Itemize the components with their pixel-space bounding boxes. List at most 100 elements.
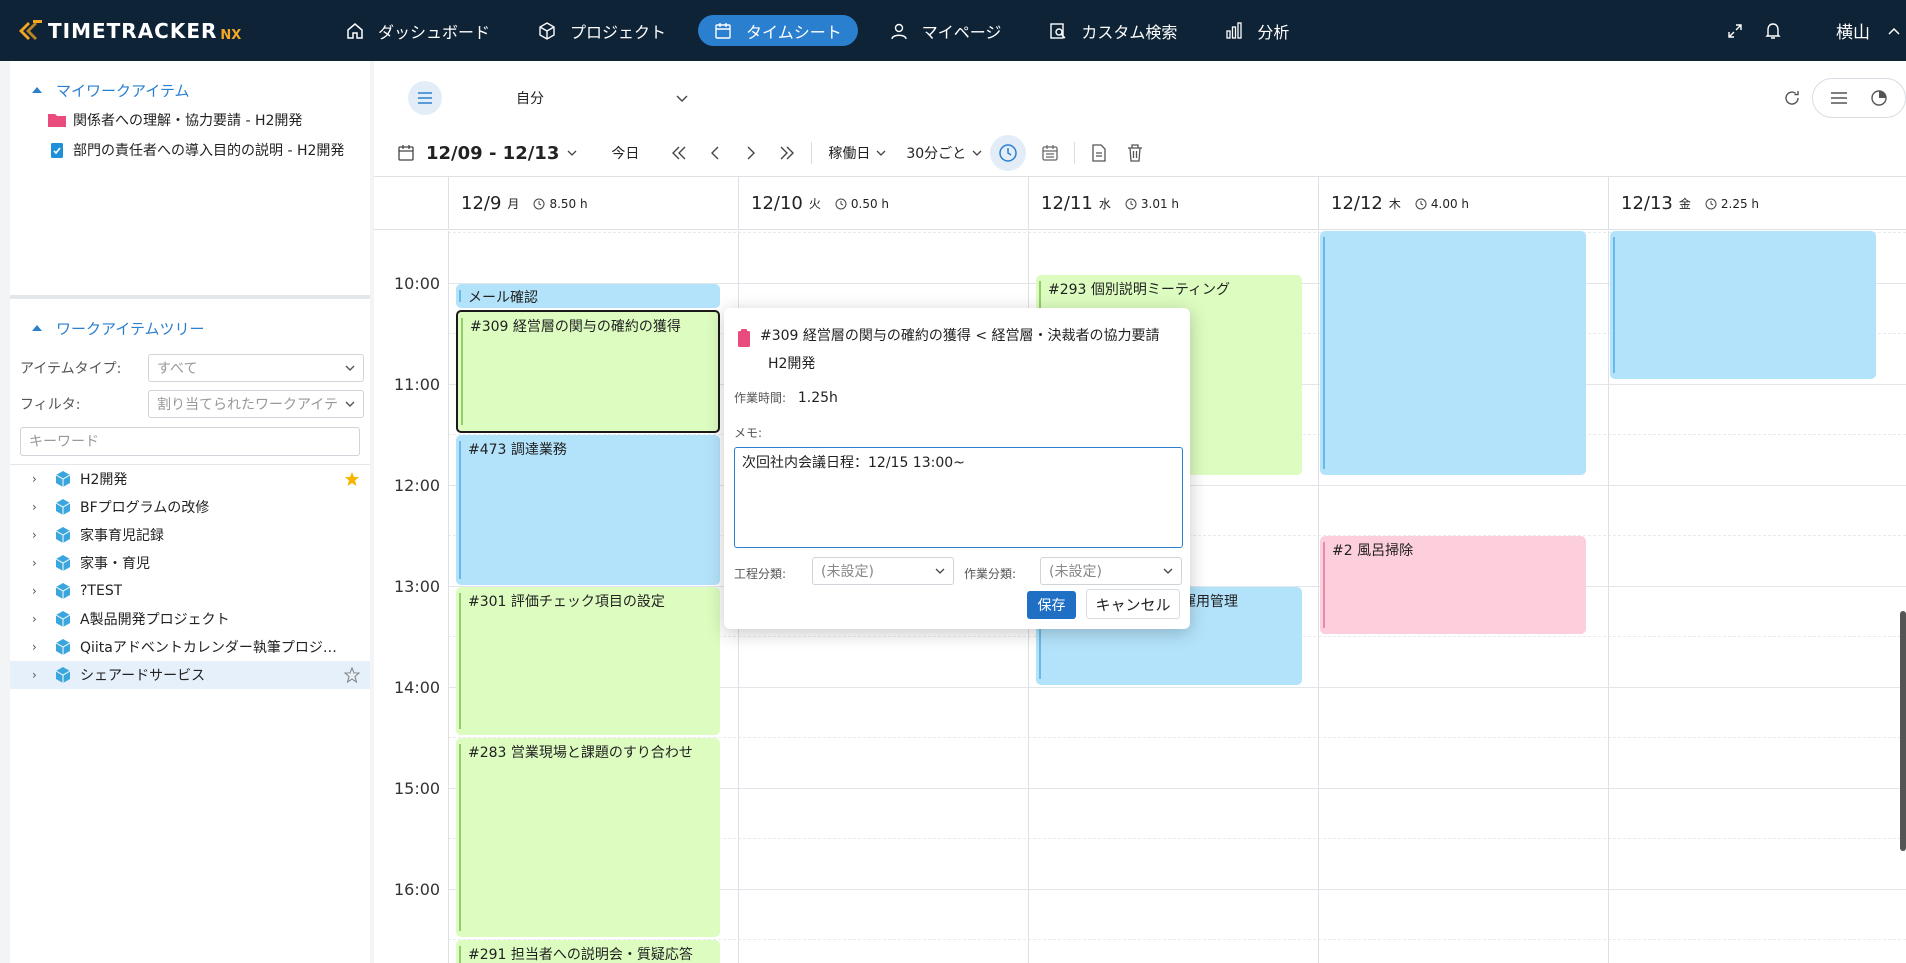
chevron-right-icon[interactable]: › bbox=[32, 640, 48, 654]
calendar-icon bbox=[398, 145, 414, 161]
chevron-up-icon[interactable] bbox=[1882, 0, 1906, 61]
calendar-view-icon[interactable] bbox=[1032, 135, 1068, 171]
nav-timesheet[interactable]: タイムシート bbox=[698, 15, 858, 46]
filter-value: 割り当てられたワークアイテム bbox=[157, 397, 337, 413]
my-work-header[interactable]: マイワークアイテム bbox=[10, 75, 370, 105]
grid-column-line bbox=[1608, 231, 1609, 963]
hamburger-menu-icon[interactable] bbox=[408, 81, 442, 115]
scrollbar[interactable] bbox=[1900, 611, 1906, 851]
cancel-button[interactable]: キャンセル bbox=[1086, 589, 1180, 619]
tree-item[interactable]: › H2開発 bbox=[10, 465, 370, 493]
app-logo[interactable]: TIMETRACKER NX bbox=[16, 16, 241, 46]
day-date: 12/11 bbox=[1041, 193, 1093, 214]
clock-view-icon[interactable] bbox=[990, 135, 1027, 171]
star-outline-icon[interactable] bbox=[344, 667, 360, 683]
tree-item[interactable]: › A製品開発プロジェクト bbox=[10, 605, 370, 633]
day-header[interactable]: 12/11 水 3.01 h bbox=[1028, 177, 1318, 230]
document-icon[interactable] bbox=[1081, 135, 1117, 171]
nav-analytics[interactable]: 分析 bbox=[1209, 15, 1305, 46]
today-button[interactable]: 今日 bbox=[611, 143, 639, 163]
calendar-event[interactable]: #301 評価チェック項目の設定 bbox=[456, 587, 720, 735]
sidebar: マイワークアイテム 関係者への理解・協力要請 - H2開発 部門の責任者への導入… bbox=[10, 61, 370, 963]
cube-icon bbox=[55, 527, 71, 543]
memo-textarea[interactable]: 次回社内会議日程：12/15 13:00~ bbox=[734, 447, 1183, 548]
day-hours: 2.25 h bbox=[1705, 197, 1759, 211]
day-header[interactable]: 12/9 月 8.50 h bbox=[448, 177, 738, 230]
day-hours-value: 8.50 h bbox=[549, 196, 588, 211]
user-icon bbox=[891, 23, 907, 39]
trash-icon[interactable] bbox=[1117, 135, 1153, 171]
day-weekday: 月 bbox=[507, 197, 520, 211]
my-work-item[interactable]: 関係者への理解・協力要請 - H2開発 bbox=[10, 105, 370, 135]
my-work-section: マイワークアイテム 関係者への理解・協力要請 - H2開発 部門の責任者への導入… bbox=[10, 61, 370, 299]
process-select[interactable]: (未設定) bbox=[812, 557, 954, 585]
calendar-event[interactable]: #283 営業現場と課題のすり合わせ bbox=[456, 738, 720, 937]
process-label: 工程分類: bbox=[734, 567, 787, 581]
calendar-event-selected[interactable]: #309 経営層の関与の確約の獲得 bbox=[456, 310, 720, 433]
day-header[interactable]: 12/12 木 4.00 h bbox=[1318, 177, 1608, 230]
chevron-right-icon[interactable]: › bbox=[32, 500, 48, 514]
tree-item-selected[interactable]: › シェアードサービス bbox=[10, 661, 370, 689]
chevron-right-icon[interactable]: › bbox=[32, 556, 48, 570]
day-header[interactable]: 12/10 火 0.50 h bbox=[738, 177, 1028, 230]
pie-chart-icon[interactable] bbox=[1859, 79, 1899, 117]
tree-item[interactable]: › Qiitaアドベントカレンダー執筆プロジェクト bbox=[10, 633, 370, 661]
tree-item[interactable]: › ?TEST bbox=[10, 577, 370, 605]
tree-item-label: シェアードサービス bbox=[80, 668, 206, 684]
day-hours: 4.00 h bbox=[1415, 197, 1469, 211]
calendar-event[interactable]: #291 担当者への説明会・質疑応答 bbox=[456, 940, 720, 963]
collapse-icon bbox=[32, 87, 42, 93]
tree-item[interactable]: › BFプログラムの改修 bbox=[10, 493, 370, 521]
nav-custom-search[interactable]: カスタム検索 bbox=[1033, 15, 1193, 46]
list-view-icon[interactable] bbox=[1819, 79, 1859, 117]
bell-icon[interactable] bbox=[1754, 0, 1792, 61]
item-type-select[interactable]: すべて bbox=[148, 354, 364, 382]
tree-header[interactable]: ワークアイテムツリー bbox=[10, 313, 370, 343]
calendar-event[interactable]: #2 風呂掃除 bbox=[1320, 536, 1586, 634]
chevron-down-icon bbox=[1163, 568, 1173, 574]
cube-icon bbox=[55, 471, 71, 487]
day-hours-value: 0.50 h bbox=[850, 196, 890, 211]
chevron-right-icon[interactable]: › bbox=[32, 612, 48, 626]
nav-dashboard[interactable]: ダッシュボード bbox=[330, 15, 506, 46]
tree-item[interactable]: › 家事育児記録 bbox=[10, 521, 370, 549]
nav-project[interactable]: プロジェクト bbox=[522, 15, 682, 46]
chevron-right-icon[interactable]: › bbox=[32, 528, 48, 542]
day-mode-select[interactable]: 稼働日 bbox=[828, 143, 886, 163]
chevron-right-icon[interactable]: › bbox=[32, 668, 48, 682]
nav-mypage[interactable]: マイページ bbox=[874, 15, 1018, 46]
calendar-event[interactable] bbox=[1610, 231, 1876, 379]
logo-mark-icon bbox=[16, 17, 44, 45]
date-range-picker[interactable]: 12/09 - 12/13 bbox=[398, 143, 577, 164]
cube-icon bbox=[55, 667, 71, 683]
keyword-input[interactable] bbox=[20, 427, 360, 456]
user-select[interactable]: 自分 bbox=[508, 83, 688, 113]
chevron-right-icon[interactable] bbox=[733, 135, 769, 171]
calendar-event[interactable] bbox=[1320, 231, 1586, 475]
chevron-right-icon[interactable]: › bbox=[32, 472, 48, 486]
work-select[interactable]: (未設定) bbox=[1040, 557, 1182, 585]
chevron-left-icon[interactable] bbox=[697, 135, 733, 171]
calendar-event[interactable]: メール確認 bbox=[456, 284, 720, 308]
refresh-icon[interactable] bbox=[1772, 79, 1812, 117]
day-header[interactable]: 12/13 金 2.25 h bbox=[1608, 177, 1906, 230]
my-work-item[interactable]: 部門の責任者への導入目的の説明 - H2開発 bbox=[10, 135, 370, 165]
fullscreen-icon[interactable] bbox=[1716, 0, 1754, 61]
time-label: 11:00 bbox=[394, 375, 441, 394]
filter-select[interactable]: 割り当てられたワークアイテム bbox=[148, 390, 364, 418]
user-menu[interactable]: 横山 bbox=[1836, 18, 1870, 43]
grid-column-line bbox=[1318, 231, 1319, 963]
double-chevron-right-icon[interactable] bbox=[769, 135, 805, 171]
filter-label: フィルタ: bbox=[20, 397, 81, 413]
chevron-right-icon[interactable]: › bbox=[32, 584, 48, 598]
event-title: #293 個別説明ミーティング bbox=[1048, 282, 1231, 298]
save-button[interactable]: 保存 bbox=[1027, 591, 1076, 619]
calendar-event[interactable]: #473 調達業務 bbox=[456, 435, 720, 585]
logo-suffix: NX bbox=[220, 27, 242, 43]
tree-item[interactable]: › 家事・育児 bbox=[10, 549, 370, 577]
double-chevron-left-icon[interactable] bbox=[661, 135, 697, 171]
star-filled-icon[interactable] bbox=[344, 471, 360, 487]
interval-select[interactable]: 30分ごと bbox=[906, 143, 982, 163]
entry-edit-popup: #309 経営層の関与の確約の獲得 < 経営層・決裁者の協力要請 H2開発 作業… bbox=[724, 308, 1190, 629]
time-label: 12:00 bbox=[394, 476, 441, 495]
